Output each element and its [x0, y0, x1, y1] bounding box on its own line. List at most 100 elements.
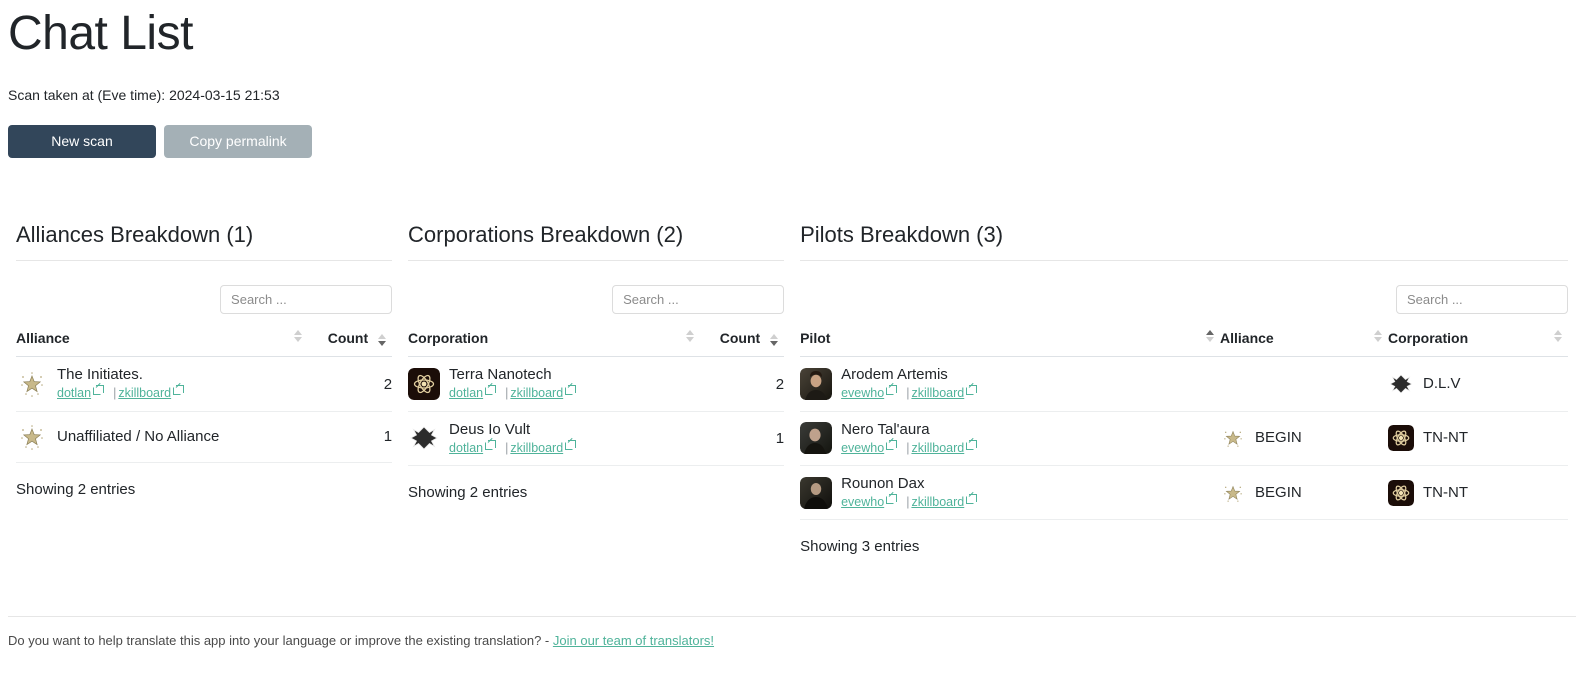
alliances-search-wrap — [16, 285, 393, 315]
evewho-link[interactable]: evewho — [841, 493, 904, 509]
alliances-entry-count: Showing 2 entries — [16, 480, 136, 498]
column-header-corporation[interactable]: Corporation — [1388, 324, 1569, 358]
table-row: The Initiates. dotlan | zkillboard 2 — [16, 356, 393, 412]
external-link-icon — [485, 385, 497, 396]
alliance-name: The Initiates. — [57, 366, 143, 384]
column-header-corporation[interactable]: Corporation — [408, 324, 701, 358]
table-header-row: Alliance Count — [16, 324, 393, 358]
sort-indicator-icon[interactable] — [1554, 330, 1563, 343]
pilot-corporation-ticker: TN-NT — [1423, 483, 1469, 501]
corporation-external-links: dotlan | zkillboard — [449, 385, 583, 401]
alliance-star-icon — [1220, 480, 1246, 506]
alliances-section-title: Alliances Breakdown (1) — [16, 222, 254, 247]
pilot-name: Rounon Dax — [841, 474, 925, 492]
corp-atom-icon — [1388, 479, 1415, 506]
column-header-pilot[interactable]: Pilot — [800, 324, 1221, 358]
sort-indicator-icon[interactable] — [378, 333, 387, 346]
pilots-search-input[interactable] — [1396, 285, 1569, 315]
action-buttons: New scan Copy permalink — [8, 124, 1576, 159]
sort-indicator-icon[interactable] — [686, 330, 695, 343]
pilots-table-body: Arodem Artemis evewho | zkillboard D.L.V… — [800, 356, 1569, 521]
pilot-portrait-3 — [800, 476, 833, 509]
external-link-icon — [173, 385, 185, 396]
corp-cross-icon — [1388, 371, 1414, 397]
pilot-corporation-cell: TN-NT — [1388, 411, 1569, 466]
zkillboard-link[interactable]: zkillboard — [911, 385, 984, 400]
column-header-alliance[interactable]: Alliance — [1220, 324, 1389, 358]
table-header-row: Corporation Count — [408, 324, 785, 358]
sort-indicator-icon[interactable] — [1374, 330, 1383, 343]
page-header: Chat List Scan taken at (Eve time): 2024… — [0, 7, 1584, 159]
pilot-alliance-cell: BEGIN — [1220, 465, 1389, 521]
corporations-entry-count: Showing 2 entries — [408, 483, 528, 501]
zkillboard-link[interactable]: zkillboard — [911, 493, 984, 509]
corporations-table-head: Corporation Count — [408, 324, 785, 358]
evewho-link[interactable]: evewho — [841, 385, 904, 400]
evewho-link[interactable]: evewho — [841, 439, 904, 455]
pilot-name: Arodem Artemis — [841, 366, 948, 384]
corporation-cell: Deus Io Vult dotlan | zkillboard — [408, 411, 701, 466]
alliances-breakdown-section: Alliances Breakdown (1) Alliance Count — [8, 222, 400, 555]
column-header-count[interactable]: Count — [700, 324, 785, 358]
zkillboard-link[interactable]: zkillboard — [911, 439, 984, 455]
table-row: Nero Tal'aura evewho | zkillboard BEGIN … — [800, 411, 1569, 466]
zkillboard-link[interactable]: zkillboard — [118, 385, 191, 400]
pilot-alliance-ticker: BEGIN — [1255, 483, 1302, 501]
pilots-table: Pilot Alliance Corporation Arodem Artemi… — [800, 324, 1569, 521]
corporations-table-body: Terra Nanotech dotlan | zkillboard 2 Deu… — [408, 356, 785, 466]
sort-indicator-icon[interactable] — [294, 330, 303, 343]
corp-cross-icon — [408, 422, 440, 454]
pilot-external-links: evewho | zkillboard — [841, 439, 984, 456]
zkillboard-link[interactable]: zkillboard — [510, 439, 583, 455]
dotlan-link[interactable]: dotlan — [57, 385, 111, 400]
pilot-alliance-cell — [1220, 356, 1389, 412]
page-title: Chat List — [8, 7, 193, 60]
corporations-search-input[interactable] — [612, 285, 785, 315]
corporations-table: Corporation Count Terra Nanotech dotlan … — [408, 324, 785, 466]
column-header-alliance[interactable]: Alliance — [16, 324, 309, 358]
translators-link[interactable]: Join our team of translators! — [553, 633, 714, 648]
table-row: Arodem Artemis evewho | zkillboard D.L.V — [800, 356, 1569, 412]
dotlan-link[interactable]: dotlan — [449, 385, 503, 400]
pilot-cell: Nero Tal'aura evewho | zkillboard — [800, 411, 1221, 466]
pilot-portrait-2 — [800, 422, 833, 455]
sort-indicator-icon[interactable] — [1206, 330, 1215, 343]
pilot-alliance-cell: BEGIN — [1220, 411, 1389, 466]
pilot-cell: Rounon Dax evewho | zkillboard — [800, 465, 1221, 521]
corporation-external-links: dotlan | zkillboard — [449, 439, 583, 456]
external-link-icon — [966, 439, 978, 450]
external-link-icon — [565, 385, 577, 396]
external-link-icon — [966, 385, 978, 396]
pilot-portrait-1 — [800, 368, 833, 401]
corporations-breakdown-section: Corporations Breakdown (2) Corporation C… — [400, 222, 792, 555]
table-row: Terra Nanotech dotlan | zkillboard 2 — [408, 356, 785, 412]
section-divider — [16, 260, 393, 262]
column-header-label: Alliance — [16, 330, 70, 347]
external-link-icon — [485, 439, 497, 450]
external-link-icon — [886, 439, 898, 450]
corporation-count: 1 — [700, 411, 785, 466]
column-header-label: Count — [719, 330, 761, 347]
corp-atom-icon — [408, 368, 441, 401]
external-link-icon — [886, 493, 898, 504]
column-header-count[interactable]: Count — [308, 324, 393, 358]
pilot-corporation-ticker: D.L.V — [1423, 375, 1461, 393]
zkillboard-link[interactable]: zkillboard — [510, 385, 583, 400]
copy-permalink-button[interactable]: Copy permalink — [164, 124, 312, 159]
scan-timestamp: Scan taken at (Eve time): 2024-03-15 21:… — [8, 86, 280, 103]
column-header-label: Alliance — [1220, 330, 1274, 347]
corporation-count: 2 — [700, 356, 785, 412]
new-scan-button[interactable]: New scan — [8, 124, 156, 159]
footer-divider — [8, 616, 1576, 617]
pilot-cell: Arodem Artemis evewho | zkillboard — [800, 356, 1221, 412]
sort-indicator-icon[interactable] — [770, 333, 779, 346]
alliance-star-icon — [16, 421, 48, 453]
pilot-corporation-ticker: TN-NT — [1423, 429, 1469, 447]
pilot-corporation-cell: D.L.V — [1388, 356, 1569, 412]
table-row: Rounon Dax evewho | zkillboard BEGIN TN-… — [800, 465, 1569, 521]
dotlan-link[interactable]: dotlan — [449, 439, 503, 455]
alliance-external-links: dotlan | zkillboard — [57, 385, 191, 401]
external-link-icon — [966, 493, 978, 504]
alliances-search-input[interactable] — [220, 285, 393, 315]
column-header-label: Pilot — [800, 330, 831, 347]
